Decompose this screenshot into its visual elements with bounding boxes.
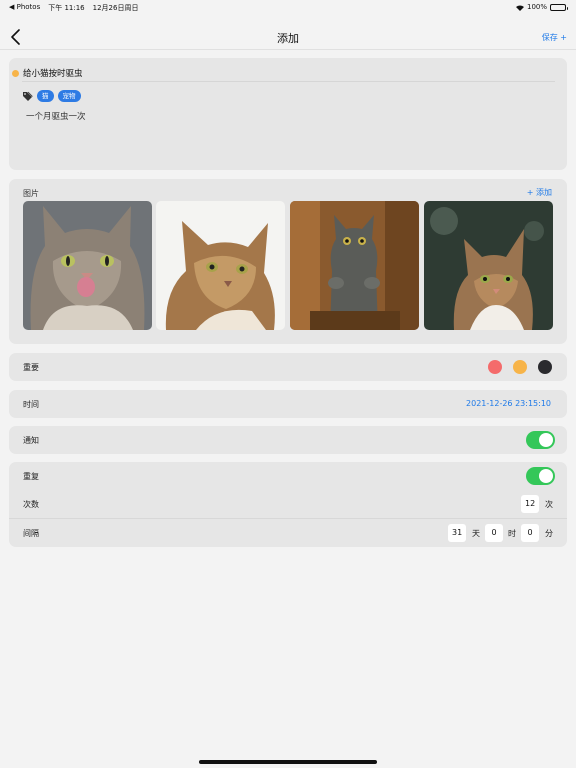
count-unit: 次	[545, 500, 553, 509]
repeat-row: 重复	[9, 462, 567, 490]
notify-label: 通知	[23, 436, 39, 445]
battery-icon	[550, 3, 568, 11]
todo-note-field[interactable]: 一个月驱虫一次	[26, 110, 86, 122]
days-unit: 天	[472, 529, 480, 538]
status-date: 12月26日周日	[92, 4, 139, 12]
hours-unit: 时	[508, 529, 516, 538]
cat-photo-3[interactable]	[290, 201, 419, 330]
interval-days-input[interactable]: 31	[448, 524, 467, 542]
color-red-option[interactable]	[488, 360, 502, 374]
time-value-picker[interactable]: 2021-12-26 23:15:10	[466, 399, 551, 408]
interval-hours-input[interactable]: 0	[485, 524, 503, 542]
battery-percent: 100%	[526, 3, 547, 11]
tag-list: 猫 宠物	[22, 86, 81, 105]
page-title: 添加	[277, 32, 299, 45]
repeat-label: 重复	[23, 472, 39, 481]
photos-label: 图片	[23, 189, 39, 198]
cat-photo-4[interactable]	[424, 201, 553, 330]
todo-card: 给小猫按时驱虫 猫 宠物 一个月驱虫一次	[9, 58, 567, 170]
notify-row: 通知	[9, 426, 567, 454]
color-black-option[interactable]	[538, 360, 552, 374]
todo-title-field[interactable]: 给小猫按时驱虫	[23, 67, 83, 79]
time-label: 时间	[23, 400, 39, 409]
tag-cat[interactable]: 猫	[37, 89, 54, 102]
add-photo-button[interactable]: + 添加	[527, 187, 552, 198]
importance-label: 重要	[23, 363, 39, 372]
save-button[interactable]: 保存 +	[542, 32, 567, 43]
status-time: 下午 11:16	[48, 4, 85, 12]
count-label: 次数	[23, 500, 39, 509]
count-row: 次数 12 次	[9, 490, 567, 518]
interval-label: 间隔	[23, 529, 39, 538]
back-to-app-link[interactable]: ◀ Photos	[9, 3, 40, 13]
interval-minutes-input[interactable]: 0	[521, 524, 539, 542]
time-row: 时间 2021-12-26 23:15:10	[9, 390, 567, 418]
wifi-icon	[515, 4, 524, 11]
tag-pet[interactable]: 宠物	[57, 89, 81, 102]
interval-row: 间隔 31 天 0 时 0 分	[9, 519, 567, 547]
divider	[22, 81, 555, 82]
status-bar: ◀ Photos 下午 11:16 12月26日周日 100%	[0, 0, 576, 14]
count-input[interactable]: 12	[521, 495, 540, 513]
nav-bar: 添加 保存 +	[0, 24, 576, 50]
repeat-group: 重复 次数 12 次 间隔 31 天 0 时 0 分	[9, 462, 567, 547]
cat-photo-1[interactable]	[23, 201, 152, 330]
importance-row: 重要	[9, 353, 567, 381]
minutes-unit: 分	[545, 529, 553, 538]
photos-card: 图片 + 添加	[9, 179, 567, 344]
color-orange-option[interactable]	[513, 360, 527, 374]
tag-icon	[22, 86, 33, 105]
home-indicator[interactable]	[199, 760, 377, 764]
notify-toggle[interactable]	[526, 431, 555, 449]
repeat-toggle[interactable]	[526, 467, 555, 485]
priority-dot	[12, 69, 19, 77]
cat-photo-2[interactable]	[156, 201, 285, 330]
